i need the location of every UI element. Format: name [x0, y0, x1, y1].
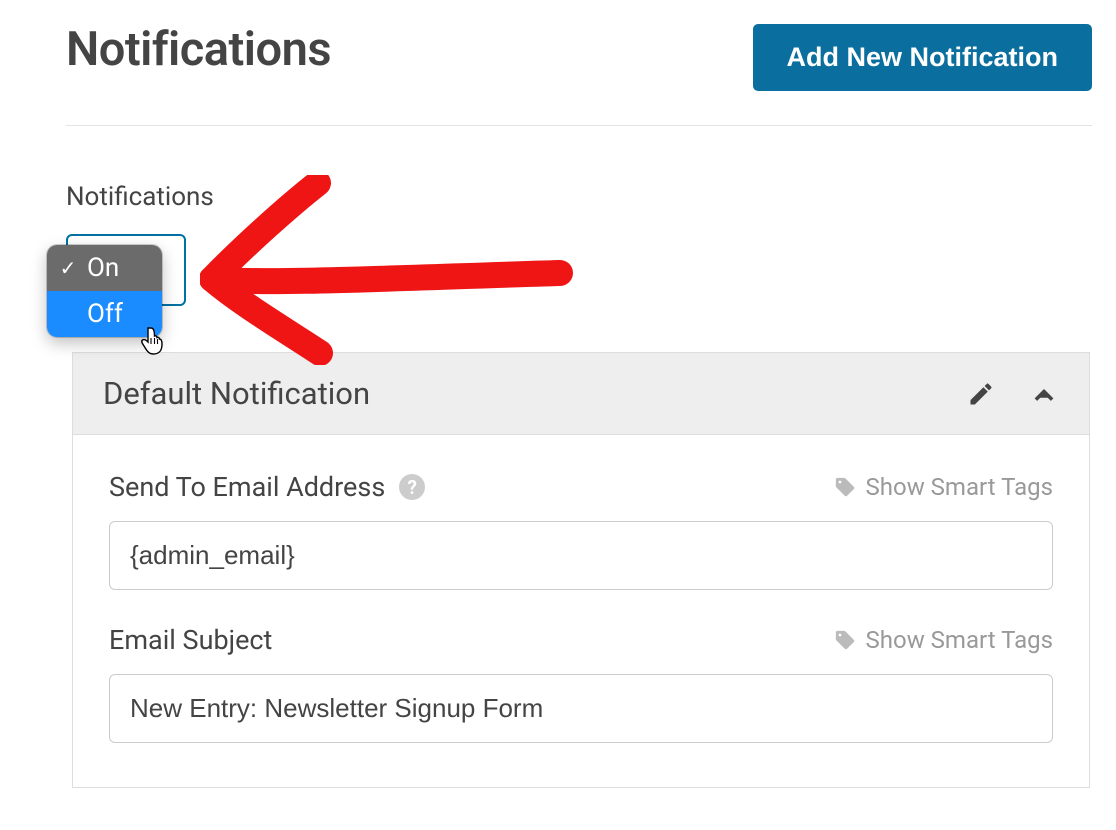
- show-smart-tags-send-to-label: Show Smart Tags: [866, 473, 1053, 501]
- check-icon: ✓: [59, 256, 77, 280]
- field-subject-label-wrap: Email Subject: [109, 624, 272, 656]
- annotation-arrow-icon: [200, 175, 580, 365]
- help-icon[interactable]: ?: [399, 474, 425, 500]
- show-smart-tags-subject[interactable]: Show Smart Tags: [834, 626, 1053, 654]
- add-new-notification-button[interactable]: Add New Notification: [753, 24, 1093, 91]
- pointer-cursor-icon: [140, 326, 168, 358]
- panel-actions: [967, 379, 1059, 409]
- email-subject-input[interactable]: [109, 674, 1053, 743]
- field-send-to: Send To Email Address ? Show Smart Tags: [109, 471, 1053, 590]
- send-to-email-input[interactable]: [109, 521, 1053, 590]
- panel-header: Default Notification: [73, 353, 1089, 435]
- tag-icon: [834, 476, 856, 498]
- field-subject: Email Subject Show Smart Tags: [109, 624, 1053, 743]
- panel-body: Send To Email Address ? Show Smart Tags …: [73, 435, 1089, 787]
- page-title: Notifications: [66, 24, 331, 76]
- page-header: Notifications Add New Notification: [66, 24, 1092, 91]
- show-smart-tags-send-to[interactable]: Show Smart Tags: [834, 473, 1053, 501]
- field-send-to-row: Send To Email Address ? Show Smart Tags: [109, 471, 1053, 503]
- field-send-to-label: Send To Email Address: [109, 471, 385, 503]
- notifications-toggle-label: Notifications: [66, 182, 214, 212]
- chevron-up-icon[interactable]: [1029, 379, 1059, 409]
- default-notification-panel: Default Notification Send To Email Addre…: [72, 352, 1090, 788]
- toggle-option-on-label: On: [87, 253, 119, 283]
- show-smart-tags-subject-label: Show Smart Tags: [866, 626, 1053, 654]
- field-subject-row: Email Subject Show Smart Tags: [109, 624, 1053, 656]
- panel-title: Default Notification: [103, 375, 370, 412]
- pencil-icon[interactable]: [967, 380, 995, 408]
- header-divider: [66, 125, 1092, 126]
- notifications-settings-page: Notifications Add New Notification Notif…: [0, 0, 1116, 830]
- notifications-toggle-dropdown[interactable]: ✓ On Off: [47, 245, 162, 337]
- field-subject-label: Email Subject: [109, 624, 272, 656]
- toggle-option-on[interactable]: ✓ On: [47, 245, 162, 291]
- toggle-option-off-label: Off: [87, 299, 123, 329]
- tag-icon: [834, 629, 856, 651]
- field-send-to-label-wrap: Send To Email Address ?: [109, 471, 425, 503]
